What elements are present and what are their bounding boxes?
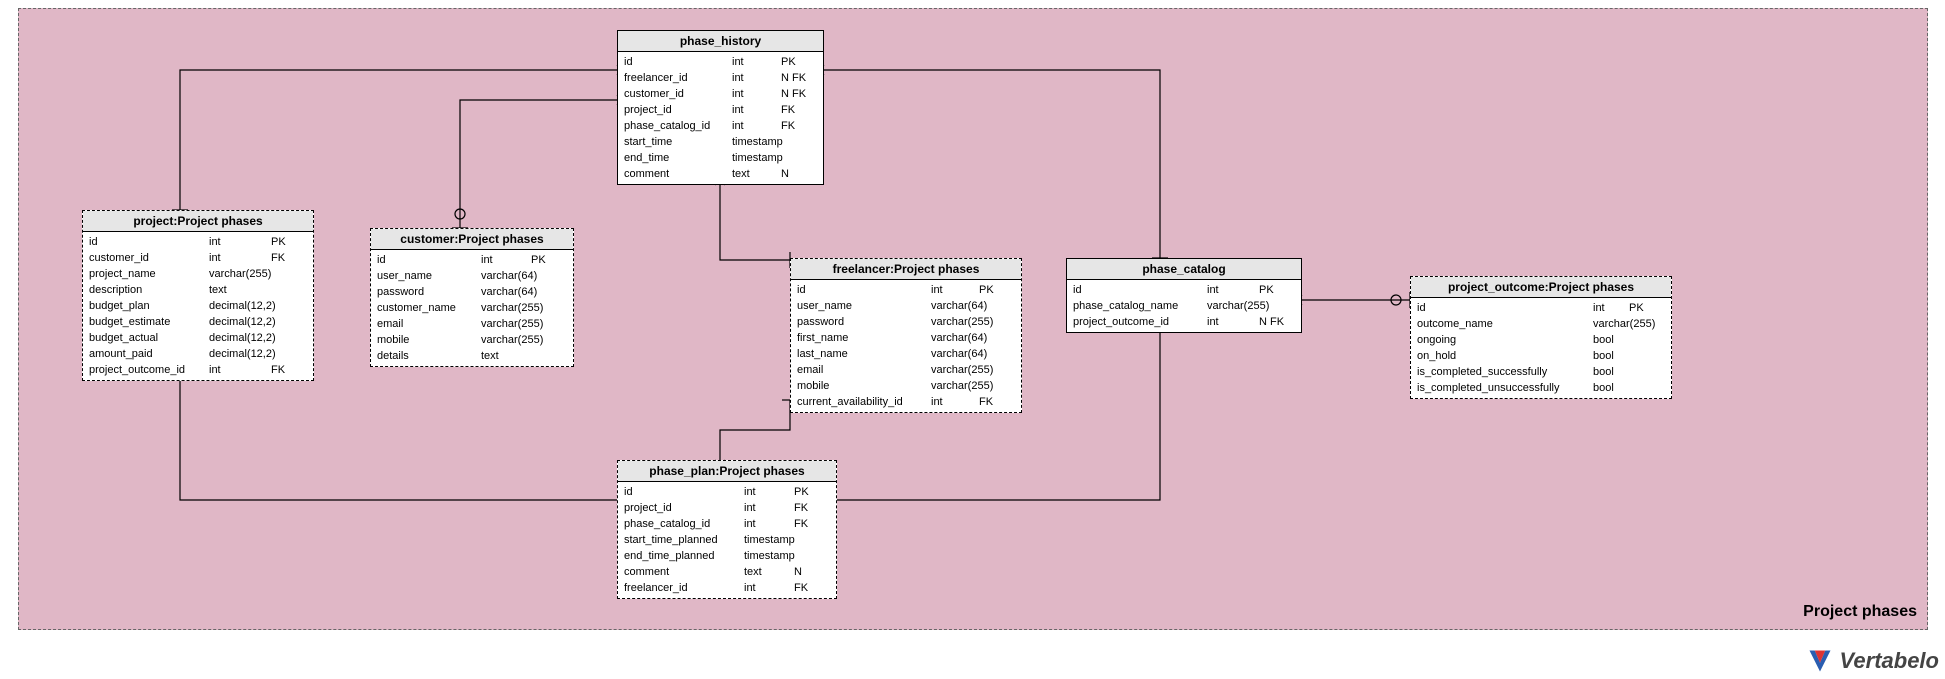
table-row: project_outcome_idintN FK — [1067, 314, 1301, 330]
table-row: phase_catalog_idintFK — [618, 516, 836, 532]
table-row: emailvarchar(255) — [371, 316, 573, 332]
table-row: first_namevarchar(64) — [791, 330, 1021, 346]
table-row: is_completed_successfullybool — [1411, 364, 1671, 380]
table-row: start_timetimestamp — [618, 134, 823, 150]
table-header: customer:Project phases — [371, 229, 573, 250]
table-row: end_timetimestamp — [618, 150, 823, 166]
table-phase-history[interactable]: phase_history idintPKfreelancer_idintN FK… — [617, 30, 824, 185]
logo-text: Vertabelo — [1840, 648, 1939, 674]
table-row: idintPK — [618, 54, 823, 70]
table-row: ongoingbool — [1411, 332, 1671, 348]
table-row: last_namevarchar(64) — [791, 346, 1021, 362]
table-row: emailvarchar(255) — [791, 362, 1021, 378]
table-row: phase_catalog_idintFK — [618, 118, 823, 134]
vertabelo-logo: Vertabelo — [1806, 647, 1939, 675]
area-label: Project phases — [1803, 603, 1917, 621]
table-row: idintPK — [1067, 282, 1301, 298]
table-phase-plan[interactable]: phase_plan:Project phases idintPKproject_… — [617, 460, 837, 599]
table-row: passwordvarchar(64) — [371, 284, 573, 300]
logo-icon — [1806, 647, 1834, 675]
table-row: project_outcome_idintFK — [83, 362, 313, 378]
table-row: customer_idintFK — [83, 250, 313, 266]
table-row: outcome_namevarchar(255) — [1411, 316, 1671, 332]
table-row: customer_namevarchar(255) — [371, 300, 573, 316]
erd-canvas: Project phases — [0, 0, 1945, 679]
table-row: mobilevarchar(255) — [791, 378, 1021, 394]
table-row: idintPK — [618, 484, 836, 500]
table-row: freelancer_idintN FK — [618, 70, 823, 86]
table-header: project:Project phases — [83, 211, 313, 232]
table-row: detailstext — [371, 348, 573, 364]
table-row: is_completed_unsuccessfullybool — [1411, 380, 1671, 396]
table-row: user_namevarchar(64) — [371, 268, 573, 284]
table-freelancer[interactable]: freelancer:Project phases idintPKuser_nam… — [790, 258, 1022, 413]
table-row: user_namevarchar(64) — [791, 298, 1021, 314]
table-row: descriptiontext — [83, 282, 313, 298]
table-row: idintPK — [83, 234, 313, 250]
table-row: idintPK — [791, 282, 1021, 298]
table-row: amount_paiddecimal(12,2) — [83, 346, 313, 362]
table-row: project_idintFK — [618, 102, 823, 118]
table-header: freelancer:Project phases — [791, 259, 1021, 280]
table-customer[interactable]: customer:Project phases idintPKuser_namev… — [370, 228, 574, 367]
table-header: project_outcome:Project phases — [1411, 277, 1671, 298]
table-row: commenttextN — [618, 564, 836, 580]
table-row: passwordvarchar(255) — [791, 314, 1021, 330]
table-row: start_time_plannedtimestamp — [618, 532, 836, 548]
table-row: project_namevarchar(255) — [83, 266, 313, 282]
table-row: phase_catalog_namevarchar(255) — [1067, 298, 1301, 314]
table-row: budget_estimatedecimal(12,2) — [83, 314, 313, 330]
table-project-outcome[interactable]: project_outcome:Project phases idintPKout… — [1410, 276, 1672, 399]
table-phase-catalog[interactable]: phase_catalog idintPKphase_catalog_nameva… — [1066, 258, 1302, 333]
table-row: customer_idintN FK — [618, 86, 823, 102]
table-header: phase_plan:Project phases — [618, 461, 836, 482]
table-row: idintPK — [1411, 300, 1671, 316]
table-header: phase_catalog — [1067, 259, 1301, 280]
table-row: project_idintFK — [618, 500, 836, 516]
table-row: freelancer_idintFK — [618, 580, 836, 596]
table-project[interactable]: project:Project phases idintPKcustomer_id… — [82, 210, 314, 381]
table-row: on_holdbool — [1411, 348, 1671, 364]
table-row: idintPK — [371, 252, 573, 268]
table-row: current_availability_idintFK — [791, 394, 1021, 410]
table-row: mobilevarchar(255) — [371, 332, 573, 348]
table-row: budget_actualdecimal(12,2) — [83, 330, 313, 346]
table-row: end_time_plannedtimestamp — [618, 548, 836, 564]
table-row: budget_plandecimal(12,2) — [83, 298, 313, 314]
table-row: commenttextN — [618, 166, 823, 182]
table-header: phase_history — [618, 31, 823, 52]
